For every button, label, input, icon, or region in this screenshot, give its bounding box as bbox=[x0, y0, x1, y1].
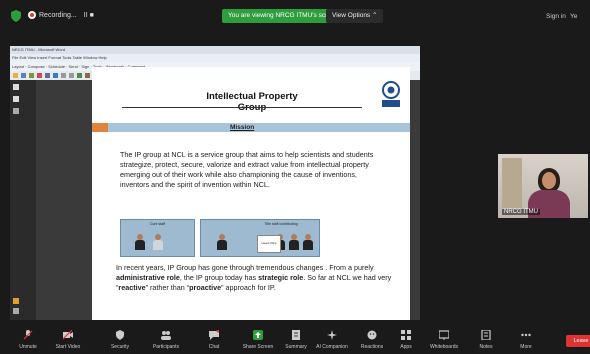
chat-icon bbox=[209, 329, 220, 340]
security-button[interactable]: Security bbox=[100, 330, 140, 350]
chat-button[interactable]: Chat bbox=[194, 329, 234, 350]
ncl-logo-icon bbox=[382, 81, 400, 107]
participant-name: NRCG ITMU bbox=[502, 209, 540, 215]
staff-photo bbox=[217, 234, 227, 250]
staff-photo bbox=[289, 234, 299, 250]
ai-companion-label: AI Companion bbox=[316, 344, 348, 350]
document-page: Intellectual Property Group Mission The … bbox=[92, 67, 410, 320]
participants-icon bbox=[161, 331, 171, 340]
settings-icon[interactable] bbox=[13, 308, 19, 314]
changes-text: ” rather than “ bbox=[145, 283, 190, 292]
leave-button[interactable]: Leave bbox=[566, 335, 590, 347]
staff-photo bbox=[153, 234, 163, 250]
view-options-button[interactable]: View Options ⌃ bbox=[326, 9, 384, 23]
changes-text: In recent years, IP Group has gone throu… bbox=[116, 263, 374, 272]
print-icon[interactable] bbox=[29, 73, 34, 78]
notes-icon bbox=[481, 329, 491, 341]
app-side-panel bbox=[10, 80, 36, 320]
video-background-door bbox=[502, 158, 522, 208]
changes-bold: administrative role bbox=[116, 273, 180, 282]
document-icon[interactable] bbox=[13, 84, 19, 90]
changes-bold: strategic role bbox=[258, 273, 304, 282]
mission-band-accent bbox=[92, 123, 108, 132]
recording-controls[interactable]: II ■ bbox=[84, 12, 94, 19]
save-icon[interactable] bbox=[21, 73, 26, 78]
meeting-controls-bar: Unmute Start Video Security Participants… bbox=[0, 328, 590, 354]
app-menu-bar[interactable]: File Edit View Insert Format Tools Table… bbox=[10, 54, 420, 62]
undo-icon[interactable] bbox=[61, 73, 66, 78]
microphone-muted-icon bbox=[23, 330, 33, 340]
zoom-meeting-window: Recording... II ■ You are viewing NRCG I… bbox=[0, 0, 590, 354]
notes-button[interactable]: Notes bbox=[466, 329, 506, 350]
summary-icon bbox=[292, 330, 300, 340]
share-screen-label: Share Screen bbox=[242, 344, 274, 350]
reactions-icon bbox=[367, 330, 377, 340]
contributing-staff-caption: Title staff contributing bbox=[264, 222, 298, 226]
share-screen-button[interactable]: Share Screen bbox=[238, 330, 278, 350]
mission-heading: Mission bbox=[230, 124, 255, 131]
sign-in-link[interactable]: Sign in bbox=[546, 13, 566, 20]
start-video-label: Start Video bbox=[55, 344, 81, 350]
more-icon bbox=[521, 333, 531, 337]
apps-icon bbox=[401, 330, 411, 340]
security-label: Security bbox=[110, 344, 130, 350]
summary-label: Summary bbox=[285, 344, 307, 350]
changes-text: ” approach for IP. bbox=[221, 283, 276, 292]
participants-label: Participants bbox=[152, 344, 180, 350]
unmute-label: Unmute bbox=[19, 344, 37, 350]
chat-label: Chat bbox=[208, 344, 220, 350]
whiteboard-icon bbox=[438, 330, 450, 340]
ai-companion-icon bbox=[327, 330, 337, 340]
unmute-button[interactable]: Unmute bbox=[8, 330, 48, 350]
apps-label: Apps bbox=[400, 344, 412, 350]
folder-icon[interactable] bbox=[13, 298, 19, 304]
video-off-icon bbox=[62, 329, 73, 340]
head-office-box: Head office bbox=[257, 235, 281, 253]
recording-indicator[interactable]: Recording... II ■ bbox=[28, 11, 94, 19]
cut-icon[interactable] bbox=[37, 73, 42, 78]
open-folder-icon[interactable] bbox=[13, 73, 18, 78]
whiteboards-button[interactable]: Whiteboards bbox=[424, 330, 464, 350]
participant-face bbox=[542, 172, 556, 189]
header-rule bbox=[122, 107, 362, 108]
pages-icon[interactable] bbox=[13, 96, 19, 102]
table-icon[interactable] bbox=[77, 73, 82, 78]
notes-label: Notes bbox=[479, 344, 493, 350]
security-shield-icon[interactable] bbox=[10, 10, 22, 22]
ai-companion-button[interactable]: AI Companion bbox=[312, 330, 352, 350]
start-video-button[interactable]: Start Video bbox=[48, 329, 88, 350]
outline-icon[interactable] bbox=[13, 108, 19, 114]
paste-icon[interactable] bbox=[53, 73, 58, 78]
recording-label: Recording... bbox=[39, 11, 77, 19]
image-icon[interactable] bbox=[85, 73, 90, 78]
changes-text: , the IP group today has bbox=[179, 273, 259, 282]
staff-photo bbox=[135, 234, 145, 250]
view-layout-button[interactable]: Ye bbox=[570, 13, 577, 20]
shield-icon bbox=[116, 330, 124, 340]
participant-video-tile[interactable]: NRCG ITMU bbox=[498, 154, 588, 218]
meeting-top-bar: Recording... II ■ You are viewing NRCG I… bbox=[0, 0, 590, 34]
redo-icon[interactable] bbox=[69, 73, 74, 78]
staff-photo bbox=[303, 234, 313, 250]
participants-button[interactable]: Participants bbox=[146, 330, 186, 350]
whiteboards-label: Whiteboards bbox=[429, 344, 459, 350]
chevron-down-icon: ⌃ bbox=[372, 12, 378, 19]
share-screen-icon bbox=[253, 330, 263, 340]
mission-paragraph: The IP group at NCL is a service group t… bbox=[120, 150, 374, 189]
page-header-title: Intellectual Property Group bbox=[206, 91, 298, 113]
more-label: More bbox=[520, 344, 532, 350]
copy-icon[interactable] bbox=[45, 73, 50, 78]
apps-button[interactable]: Apps bbox=[386, 330, 426, 350]
core-staff-photo-box: Core staff bbox=[120, 219, 195, 257]
view-options-label: View Options bbox=[332, 12, 371, 19]
changes-bold: reactive bbox=[118, 283, 146, 292]
summary-button[interactable]: Summary bbox=[276, 330, 316, 350]
core-staff-caption: Core staff bbox=[149, 222, 166, 226]
changes-paragraph: In recent years, IP Group has gone throu… bbox=[116, 263, 396, 293]
more-button[interactable]: More bbox=[506, 330, 546, 350]
changes-bold: proactive bbox=[189, 283, 222, 292]
app-title-bar: NRCG ITMU - Microsoft Word bbox=[10, 46, 420, 54]
recording-icon bbox=[28, 11, 36, 19]
